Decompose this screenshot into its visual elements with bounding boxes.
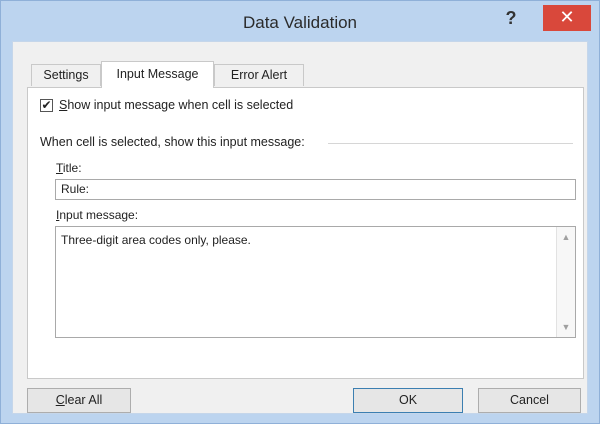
clear-all-button[interactable]: Clear All	[27, 388, 131, 413]
input-message-text: Three-digit area codes only, please.	[61, 233, 251, 247]
input-message-textarea[interactable]: Three-digit area codes only, please. ▲ ▼	[55, 226, 576, 338]
tab-error-alert[interactable]: Error Alert	[214, 64, 304, 86]
title-field-label: Title:	[56, 161, 82, 175]
clear-all-button-text: lear All	[64, 393, 103, 407]
data-validation-dialog: Data Validation ? ✕ Settings Input Messa…	[0, 0, 600, 424]
textarea-scrollbar[interactable]: ▲ ▼	[556, 227, 575, 337]
scroll-down-icon[interactable]: ▼	[560, 322, 572, 332]
tab-settings[interactable]: Settings	[31, 64, 101, 86]
group-label: When cell is selected, show this input m…	[40, 135, 305, 149]
title-field-label-text: itle:	[62, 161, 82, 175]
title-input[interactable]: Rule:	[55, 179, 576, 200]
ok-button[interactable]: OK	[353, 388, 463, 413]
input-message-field-label-text: nput message:	[59, 208, 139, 222]
dialog-body: Settings Input Message Error Alert ✔ Sho…	[12, 41, 588, 414]
close-button[interactable]: ✕	[543, 5, 591, 31]
show-input-message-checkbox[interactable]: ✔	[40, 99, 53, 112]
mnemonic-c: C	[55, 393, 65, 407]
checkmark-icon: ✔	[41, 98, 52, 112]
group-divider	[328, 143, 573, 144]
tab-input-message[interactable]: Input Message	[101, 61, 214, 88]
show-input-message-label-text: how input message when cell is selected	[67, 98, 294, 112]
help-icon[interactable]: ?	[498, 8, 524, 30]
mnemonic-t: T	[56, 161, 63, 175]
input-message-field-label: Input message:	[56, 208, 138, 222]
cancel-button[interactable]: Cancel	[478, 388, 581, 413]
scroll-up-icon[interactable]: ▲	[560, 232, 572, 242]
title-bar[interactable]: Data Validation ? ✕	[1, 1, 599, 41]
show-input-message-label[interactable]: Show input message when cell is selected	[59, 98, 293, 112]
input-message-panel: ✔ Show input message when cell is select…	[27, 87, 584, 379]
